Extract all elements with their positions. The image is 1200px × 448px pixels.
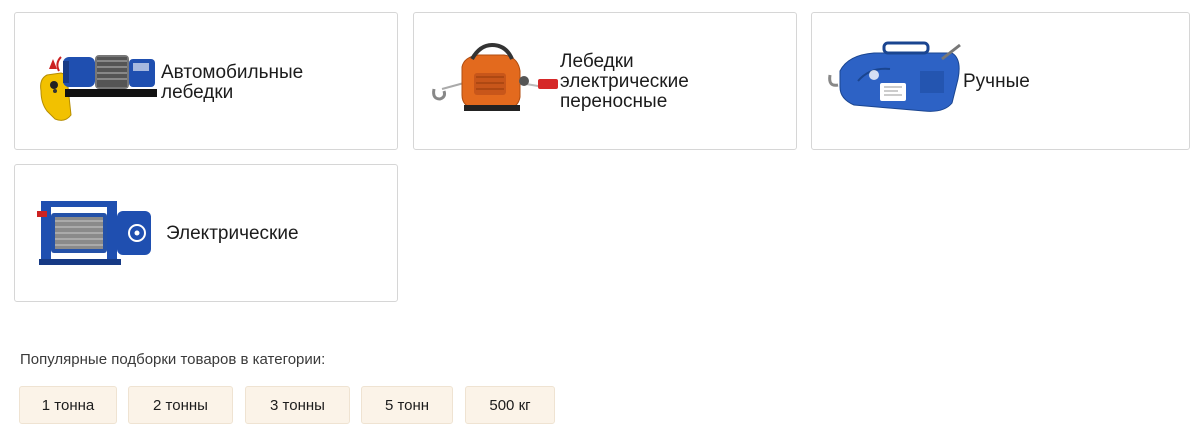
category-label: Лебедки электрические переносные [560, 51, 689, 112]
chip-5-tons[interactable]: 5 тонн [361, 386, 453, 424]
electric-winch-icon [33, 165, 161, 301]
category-card-electric-winches[interactable]: Электрические [14, 164, 398, 302]
portable-electric-winch-icon [426, 13, 562, 149]
category-label: Автомобильные лебедки [161, 62, 304, 103]
category-label: Электрические [166, 223, 299, 244]
manual-winch-icon [824, 13, 966, 149]
category-card-manual-winches[interactable]: Ручные [811, 12, 1190, 150]
chip-1-ton[interactable]: 1 тонна [19, 386, 117, 424]
car-winch-icon [35, 13, 163, 149]
chip-3-tons[interactable]: 3 тонны [245, 386, 350, 424]
popular-collections-title: Популярные подборки товаров в категории: [20, 351, 326, 368]
category-card-car-winches[interactable]: Автомобильные лебедки [14, 12, 398, 150]
chip-500-kg[interactable]: 500 кг [465, 386, 555, 424]
category-card-portable-electric-winches[interactable]: Лебедки электрические переносные [413, 12, 797, 150]
chip-2-tons[interactable]: 2 тонны [128, 386, 233, 424]
category-label: Ручные [963, 71, 1030, 92]
